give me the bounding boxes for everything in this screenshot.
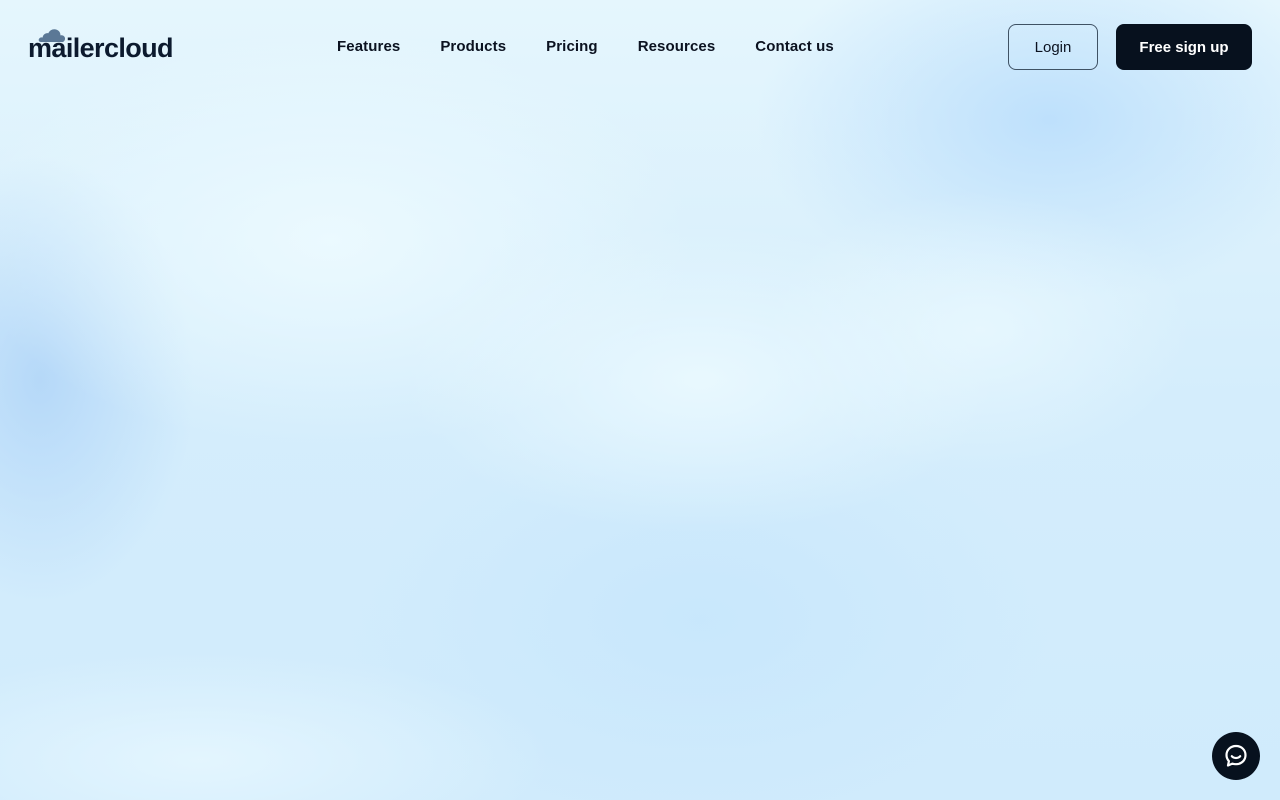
nav-features[interactable]: Features (337, 34, 400, 60)
hero-background (0, 0, 1280, 800)
nav-resources[interactable]: Resources (638, 34, 716, 60)
chat-bubble-icon (1225, 744, 1247, 767)
free-signup-button[interactable]: Free sign up (1116, 24, 1252, 70)
brand-wordmark: mailercloud (28, 33, 174, 63)
brand-logo[interactable]: mailercloud (28, 28, 180, 64)
site-header: mailercloud Features Products Pricing Re… (0, 0, 1280, 94)
main-nav: Features Products Pricing Resources Cont… (337, 34, 834, 60)
login-button[interactable]: Login (1008, 24, 1098, 70)
nav-pricing[interactable]: Pricing (546, 34, 598, 60)
chat-launcher-button[interactable] (1212, 732, 1260, 780)
nav-products[interactable]: Products (440, 34, 506, 60)
nav-contact-us[interactable]: Contact us (755, 34, 834, 60)
